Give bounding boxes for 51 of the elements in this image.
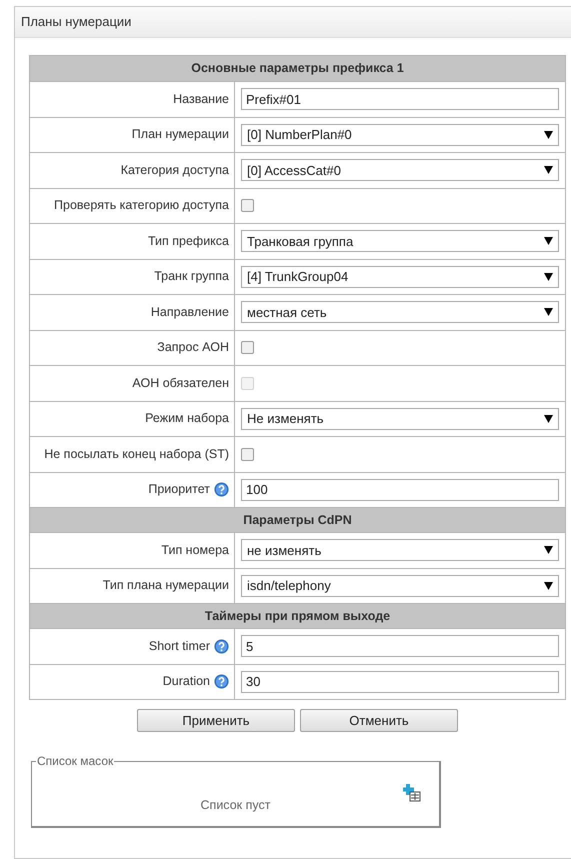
field-label: Тип префикса (148, 232, 229, 250)
field-label: Проверять категорию доступа (54, 197, 229, 214)
field-label: Категория доступа (120, 162, 229, 179)
section-header: Таймеры при прямом выходе (30, 603, 565, 628)
text-field[interactable]: 30 (241, 670, 559, 693)
field-label: АОН обязателен (132, 374, 229, 392)
section-header: Параметры CdPN (30, 507, 565, 532)
dropdown-arrow-icon (544, 582, 553, 590)
dropdown[interactable]: [4] TrunkGroup04 (241, 266, 559, 288)
dropdown-arrow-icon (544, 272, 553, 281)
dropdown-arrow-icon (544, 166, 553, 174)
dropdown[interactable]: не изменять (241, 539, 559, 562)
field-label: Режим набора (145, 410, 229, 428)
text-field[interactable]: 100 (241, 478, 559, 501)
field-label: Не посылать конец набора (ST) (44, 446, 229, 463)
text-field[interactable]: Prefix#01 (241, 88, 559, 110)
mask-list-legend: Список масок (36, 752, 114, 770)
action-button[interactable]: Отменить (300, 709, 458, 732)
checkbox[interactable] (241, 448, 254, 461)
field-label: Направление (150, 304, 229, 321)
field-label: Тип номера (161, 542, 229, 559)
field-label: Запрос АОН (157, 339, 229, 356)
field-label: Duration (162, 673, 210, 690)
field-label: Приоритет (148, 481, 210, 498)
panel-title: Планы нумерации (21, 13, 132, 32)
help-icon[interactable] (214, 638, 229, 654)
field-label: План нумерации (132, 126, 229, 144)
add-table-icon[interactable] (403, 784, 421, 802)
dropdown[interactable]: [0] NumberPlan#0 (241, 124, 559, 146)
text-field[interactable]: 5 (241, 635, 559, 658)
dropdown-arrow-icon (544, 414, 553, 423)
empty-list-text: Список пуст (200, 797, 270, 814)
field-label: Название (173, 90, 229, 108)
dropdown[interactable]: Не изменять (241, 408, 559, 430)
field-label: Транк группа (154, 268, 229, 286)
dropdown-arrow-icon (544, 237, 553, 246)
dropdown[interactable]: местная сеть (241, 301, 559, 324)
checkbox[interactable] (241, 199, 254, 212)
field-label: Тип плана нумерации (102, 577, 229, 594)
help-icon[interactable] (214, 674, 229, 690)
dropdown-arrow-icon (544, 130, 553, 139)
checkbox[interactable] (241, 341, 254, 354)
dropdown[interactable]: isdn/telephony (241, 574, 559, 597)
dropdown-arrow-icon (544, 546, 553, 554)
action-button[interactable]: Применить (137, 709, 295, 732)
field-label: Short timer (148, 638, 210, 655)
dropdown-arrow-icon (544, 308, 553, 316)
dropdown[interactable]: [0] AccessCat#0 (241, 159, 559, 182)
help-icon[interactable] (214, 482, 229, 498)
dropdown[interactable]: Транковая группа (241, 230, 559, 252)
section-header: Основные параметры префикса 1 (30, 56, 565, 81)
